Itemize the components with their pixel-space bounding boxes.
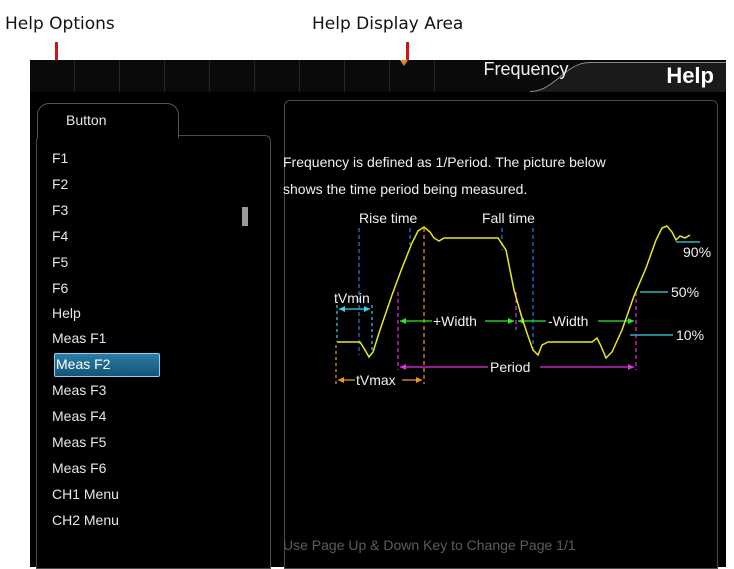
help-option-f2[interactable]: F2 <box>52 173 68 195</box>
help-option-f1[interactable]: F1 <box>52 147 68 169</box>
help-heading: Frequency <box>483 59 569 79</box>
help-option-meas-f5[interactable]: Meas F5 <box>52 431 106 453</box>
help-option-meas-f1[interactable]: Meas F1 <box>52 327 106 349</box>
help-options-panel[interactable]: Button F1 F2 F3 F4 F5 F6 Help Meas F1 Me… <box>36 103 271 569</box>
help-display-area-callout: Help Display Area <box>312 14 464 34</box>
options-scrollbar[interactable] <box>242 207 248 226</box>
help-option-f6[interactable]: F6 <box>52 277 68 299</box>
help-option-help[interactable]: Help <box>52 302 81 324</box>
help-description-line-1: Frequency is defined as 1/Period. The pi… <box>283 154 606 170</box>
button-tab[interactable]: Button <box>37 103 179 138</box>
help-options-callout: Help Options <box>5 14 115 34</box>
page-navigation-hint: Use Page Up & Down Key to Change Page 1/… <box>283 537 576 553</box>
help-display-area <box>284 100 718 569</box>
help-option-meas-f3[interactable]: Meas F3 <box>52 379 106 401</box>
help-option-f4[interactable]: F4 <box>52 225 68 247</box>
help-option-ch1-menu[interactable]: CH1 Menu <box>52 483 119 505</box>
help-option-ch2-menu[interactable]: CH2 Menu <box>52 509 119 531</box>
help-description-line-2: shows the time period being measured. <box>283 181 528 197</box>
button-tab-label: Button <box>66 112 107 128</box>
help-option-f5[interactable]: F5 <box>52 251 68 273</box>
help-option-meas-f6[interactable]: Meas F6 <box>52 457 106 479</box>
help-option-meas-f2-selected[interactable]: Meas F2 <box>54 353 160 377</box>
help-option-f3[interactable]: F3 <box>52 199 68 221</box>
help-option-meas-f4[interactable]: Meas F4 <box>52 405 106 427</box>
